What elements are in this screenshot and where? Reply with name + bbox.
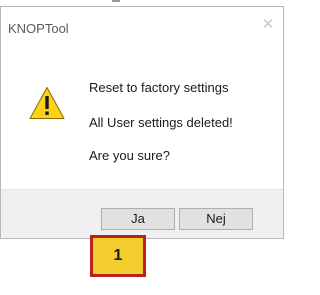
dialog-titlebar: KNOPTool ✕ — [1, 7, 283, 43]
no-button[interactable]: Nej — [179, 208, 253, 230]
message-dialog: KNOPTool ✕ Reset to factory settings All… — [0, 6, 284, 239]
page: KNOPTool ✕ Reset to factory settings All… — [0, 0, 287, 295]
message-line-3: Are you sure? — [89, 148, 170, 163]
dialog-button-bar: Ja Nej — [1, 189, 283, 238]
close-button[interactable]: ✕ — [253, 11, 283, 39]
top-edge-mark — [112, 0, 120, 2]
dialog-title: KNOPTool — [8, 21, 69, 36]
warning-icon — [29, 87, 65, 119]
message-line-1: Reset to factory settings — [89, 80, 229, 95]
yes-button[interactable]: Ja — [101, 208, 175, 230]
message-line-2: All User settings deleted! — [89, 115, 233, 130]
dialog-content: Reset to factory settings All User setti… — [1, 43, 283, 189]
step-badge: 1 — [90, 235, 146, 277]
